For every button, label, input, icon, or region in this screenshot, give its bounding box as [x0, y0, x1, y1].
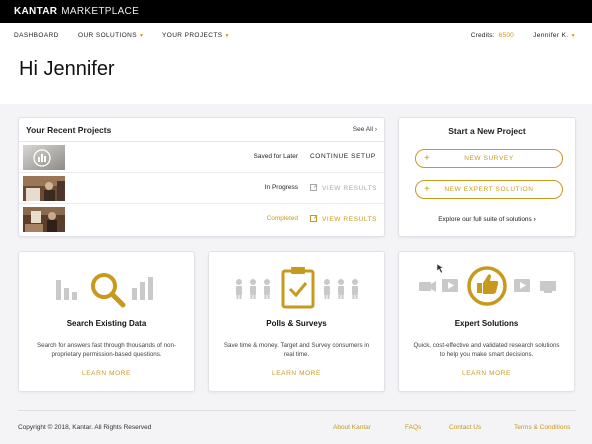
copyright-text: Copyright © 2018, Kantar. All Rights Res…	[18, 424, 152, 431]
action-label: VIEW RESULTS	[322, 185, 378, 192]
action-label: VIEW RESULTS	[322, 216, 378, 223]
chevron-down-icon: ▼	[224, 33, 230, 39]
learn-more-link[interactable]: LEARN MORE	[399, 370, 574, 377]
learn-more-link[interactable]: LEARN MORE	[209, 370, 384, 377]
view-results-button[interactable]: VIEW RESULTS	[310, 215, 377, 223]
view-results-button[interactable]: VIEW RESULTS	[310, 184, 377, 192]
new-survey-button[interactable]: + NEW SURVEY	[415, 149, 563, 168]
magnifier-chart-icon	[56, 273, 153, 308]
project-row: Completed VIEW RESULTS	[19, 204, 384, 235]
new-project-title: Start a New Project	[448, 126, 526, 136]
footer-link-contact[interactable]: Contact Us	[449, 424, 481, 431]
recent-projects-header: Your Recent Projects See All ›	[19, 118, 384, 142]
credits-display: Credits: 6500	[471, 32, 514, 39]
recent-projects-title: Your Recent Projects	[26, 124, 112, 135]
footer-link-terms[interactable]: Terms & Conditions	[514, 424, 570, 431]
polls-surveys-card[interactable]: Polls & Surveys Save time & money. Targe…	[208, 251, 385, 392]
new-expert-label: NEW EXPERT SOLUTION	[444, 186, 534, 193]
user-menu[interactable]: Jennifer K. ▼	[533, 32, 576, 39]
action-label: CONTINUE SETUP	[310, 153, 376, 160]
credits-value: 6500	[498, 32, 514, 39]
main-nav: DASHBOARD OUR SOLUTIONS ▼ YOUR PROJECTS ▼ …	[0, 23, 592, 49]
see-all-link[interactable]: See All ›	[353, 126, 377, 133]
new-survey-label: NEW SURVEY	[464, 155, 514, 162]
new-expert-solution-button[interactable]: + NEW EXPERT SOLUTION	[415, 180, 563, 199]
nav-your-projects-label: YOUR PROJECTS	[162, 32, 223, 39]
project-status: Completed	[266, 215, 298, 222]
see-all-label: See All	[352, 126, 374, 133]
project-row: Saved for Later CONTINUE SETUP	[19, 142, 384, 173]
explore-solutions-link[interactable]: Explore our full suite of solutions ›	[399, 216, 575, 223]
footer-link-about[interactable]: About Kantar	[333, 424, 371, 431]
feature-title: Expert Solutions	[454, 319, 519, 328]
feature-title: Polls & Surveys	[266, 319, 327, 328]
continue-setup-button[interactable]: CONTINUE SETUP	[310, 153, 376, 160]
product-name: MARKETPLACE	[61, 6, 140, 17]
external-link-icon	[310, 184, 317, 191]
nav-dashboard[interactable]: DASHBOARD	[14, 32, 59, 39]
footer: Copyright © 2018, Kantar. All Rights Res…	[18, 410, 576, 440]
plus-icon: +	[424, 153, 431, 164]
user-name: Jennifer K.	[533, 32, 569, 39]
brand-logo[interactable]: KANTAR	[14, 6, 57, 17]
project-thumbnail	[23, 145, 65, 170]
search-data-card[interactable]: Search Existing Data Search for answers …	[18, 251, 195, 392]
top-bar: KANTAR MARKETPLACE	[0, 0, 592, 23]
project-thumbnail	[23, 176, 65, 201]
nav-your-projects[interactable]: YOUR PROJECTS ▼	[162, 32, 230, 39]
new-project-card: Start a New Project + NEW SURVEY + NEW E…	[398, 117, 576, 237]
thumbs-up-icon	[419, 263, 556, 306]
feature-description: Quick, cost-effective and validated rese…	[413, 342, 560, 358]
chevron-right-icon: ›	[533, 216, 536, 223]
page-title: Hi Jennifer	[19, 58, 115, 80]
plus-icon: +	[424, 184, 431, 195]
project-status: Saved for Later	[253, 153, 298, 160]
chevron-down-icon: ▼	[139, 33, 145, 39]
feature-description: Search for answers fast through thousand…	[37, 342, 176, 358]
project-thumbnail	[23, 207, 65, 232]
learn-more-link[interactable]: LEARN MORE	[19, 370, 194, 377]
credits-label: Credits:	[470, 32, 495, 39]
hero-section: Hi Jennifer	[0, 49, 592, 104]
expert-solutions-card[interactable]: Expert Solutions Quick, cost-effective a…	[398, 251, 575, 392]
project-row: In Progress VIEW RESULTS	[19, 173, 384, 204]
external-link-icon	[310, 215, 317, 222]
recent-projects-card: Your Recent Projects See All › Saved for…	[18, 117, 385, 237]
clipboard-check-icon	[236, 267, 358, 309]
chevron-right-icon: ›	[374, 126, 377, 133]
footer-link-faqs[interactable]: FAQs	[405, 424, 421, 431]
chevron-down-icon: ▼	[570, 33, 576, 39]
feature-title: Search Existing Data	[66, 319, 147, 328]
explore-label: Explore our full suite of solutions	[438, 216, 532, 223]
project-status: In Progress	[264, 184, 298, 191]
feature-description: Save time & money. Target and Survey con…	[223, 342, 370, 358]
nav-our-solutions-label: OUR SOLUTIONS	[78, 32, 138, 39]
nav-our-solutions[interactable]: OUR SOLUTIONS ▼	[78, 32, 144, 39]
